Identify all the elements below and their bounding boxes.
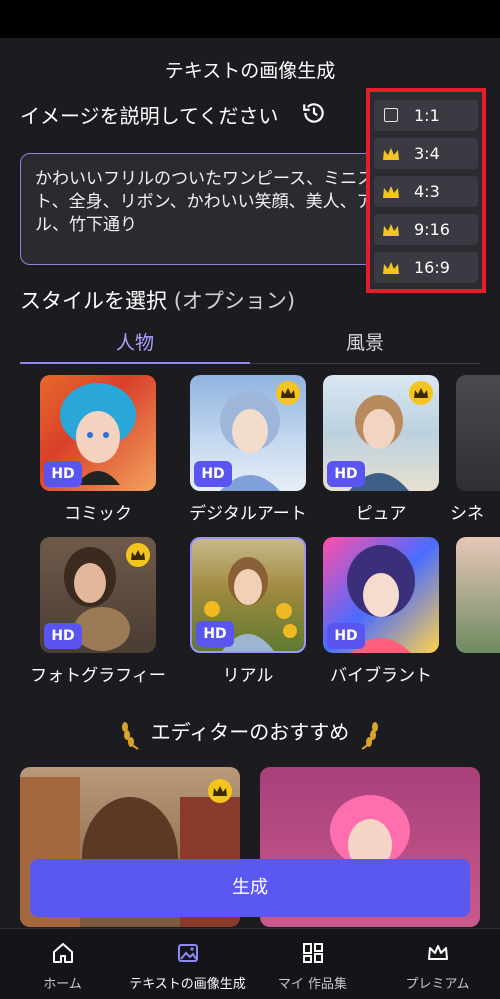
grid-icon [302, 943, 323, 963]
tab-person[interactable]: 人物 [20, 328, 250, 364]
nav-label: プレミアム [405, 977, 470, 992]
aspect-ratio-option[interactable]: 16:9 [374, 252, 478, 283]
aspect-ratio-option[interactable]: 4:3 [374, 176, 478, 207]
home-icon [52, 943, 73, 963]
style-card-digital-art[interactable]: HD [190, 375, 306, 491]
hd-badge: HD [194, 461, 232, 487]
crown-icon [383, 224, 399, 236]
style-card-partial[interactable] [456, 375, 500, 491]
crown-icon [427, 945, 448, 960]
aspect-ratio-label: 16:9 [414, 258, 450, 277]
hd-badge: HD [327, 623, 365, 649]
recommend-header: エディターのおすすめ [0, 716, 500, 751]
premium-crown-icon [126, 543, 150, 567]
hd-badge: HD [44, 623, 82, 649]
aspect-ratio-option[interactable]: 3:4 [374, 138, 478, 169]
premium-crown-icon [409, 381, 433, 405]
aspect-ratio-label: 9:16 [414, 220, 450, 239]
style-card-vibrant[interactable]: HD [323, 537, 439, 653]
style-card-label: フォトグラフィー [30, 666, 166, 686]
tab-landscape[interactable]: 風景 [250, 328, 480, 355]
aspect-ratio-option[interactable]: 9:16 [374, 214, 478, 245]
nav-home[interactable]: ホーム [0, 929, 125, 999]
crown-icon [383, 262, 399, 274]
prompt-label: イメージを説明してください [20, 104, 279, 128]
style-card-label: シネ [450, 504, 484, 524]
page-title: テキストの画像生成 [164, 60, 336, 82]
bottom-navigation: ホーム テキストの画像生成 マイ 作品集 プレミアム [0, 928, 500, 999]
style-card-label: リアル [222, 666, 274, 686]
nav-label: テキストの画像生成 [129, 977, 246, 992]
style-card-partial[interactable] [456, 537, 500, 653]
status-bar [0, 0, 500, 38]
style-tabs: 人物 風景 [20, 328, 480, 364]
crown-icon [383, 148, 399, 160]
recommend-title: エディターのおすすめ [150, 720, 350, 744]
generate-button[interactable]: 生成 [30, 859, 470, 917]
style-card-label: バイブラント [330, 666, 432, 686]
nav-label: マイ 作品集 [277, 977, 348, 992]
hd-badge: HD [196, 621, 234, 647]
nav-my-works[interactable]: マイ 作品集 [250, 929, 375, 999]
image-icon [177, 944, 198, 962]
premium-crown-icon [208, 779, 232, 803]
style-card-comic[interactable]: HD [40, 375, 156, 491]
hd-badge: HD [44, 461, 82, 487]
aspect-ratio-label: 4:3 [414, 182, 440, 201]
style-card-real[interactable]: HD [190, 537, 306, 653]
style-card-label: ピュア [355, 504, 407, 524]
style-card-label: コミック [64, 504, 132, 524]
style-optional-label: (オプション) [173, 289, 296, 313]
laurel-right-icon [361, 721, 378, 750]
style-label: スタイルを選択 [20, 289, 167, 313]
aspect-ratio-menu: 1:1 3:4 4:3 9:16 16:9 [366, 88, 486, 293]
laurel-left-icon [122, 721, 139, 750]
nav-label: ホーム [43, 977, 82, 992]
nav-premium[interactable]: プレミアム [375, 929, 500, 999]
aspect-ratio-label: 1:1 [414, 106, 440, 125]
aspect-ratio-option[interactable]: 1:1 [374, 100, 478, 131]
style-card-pure[interactable]: HD [323, 375, 439, 491]
nav-text-to-image[interactable]: テキストの画像生成 [125, 929, 250, 999]
hd-badge: HD [327, 461, 365, 487]
premium-crown-icon [276, 381, 300, 405]
crown-icon [383, 186, 399, 198]
style-card-photography[interactable]: HD [40, 537, 156, 653]
style-section-title: スタイルを選択 (オプション) [20, 285, 295, 315]
checkbox-icon [384, 108, 398, 122]
style-card-label: デジタルアート [189, 504, 307, 524]
history-icon[interactable] [301, 100, 327, 126]
aspect-ratio-label: 3:4 [414, 144, 440, 163]
